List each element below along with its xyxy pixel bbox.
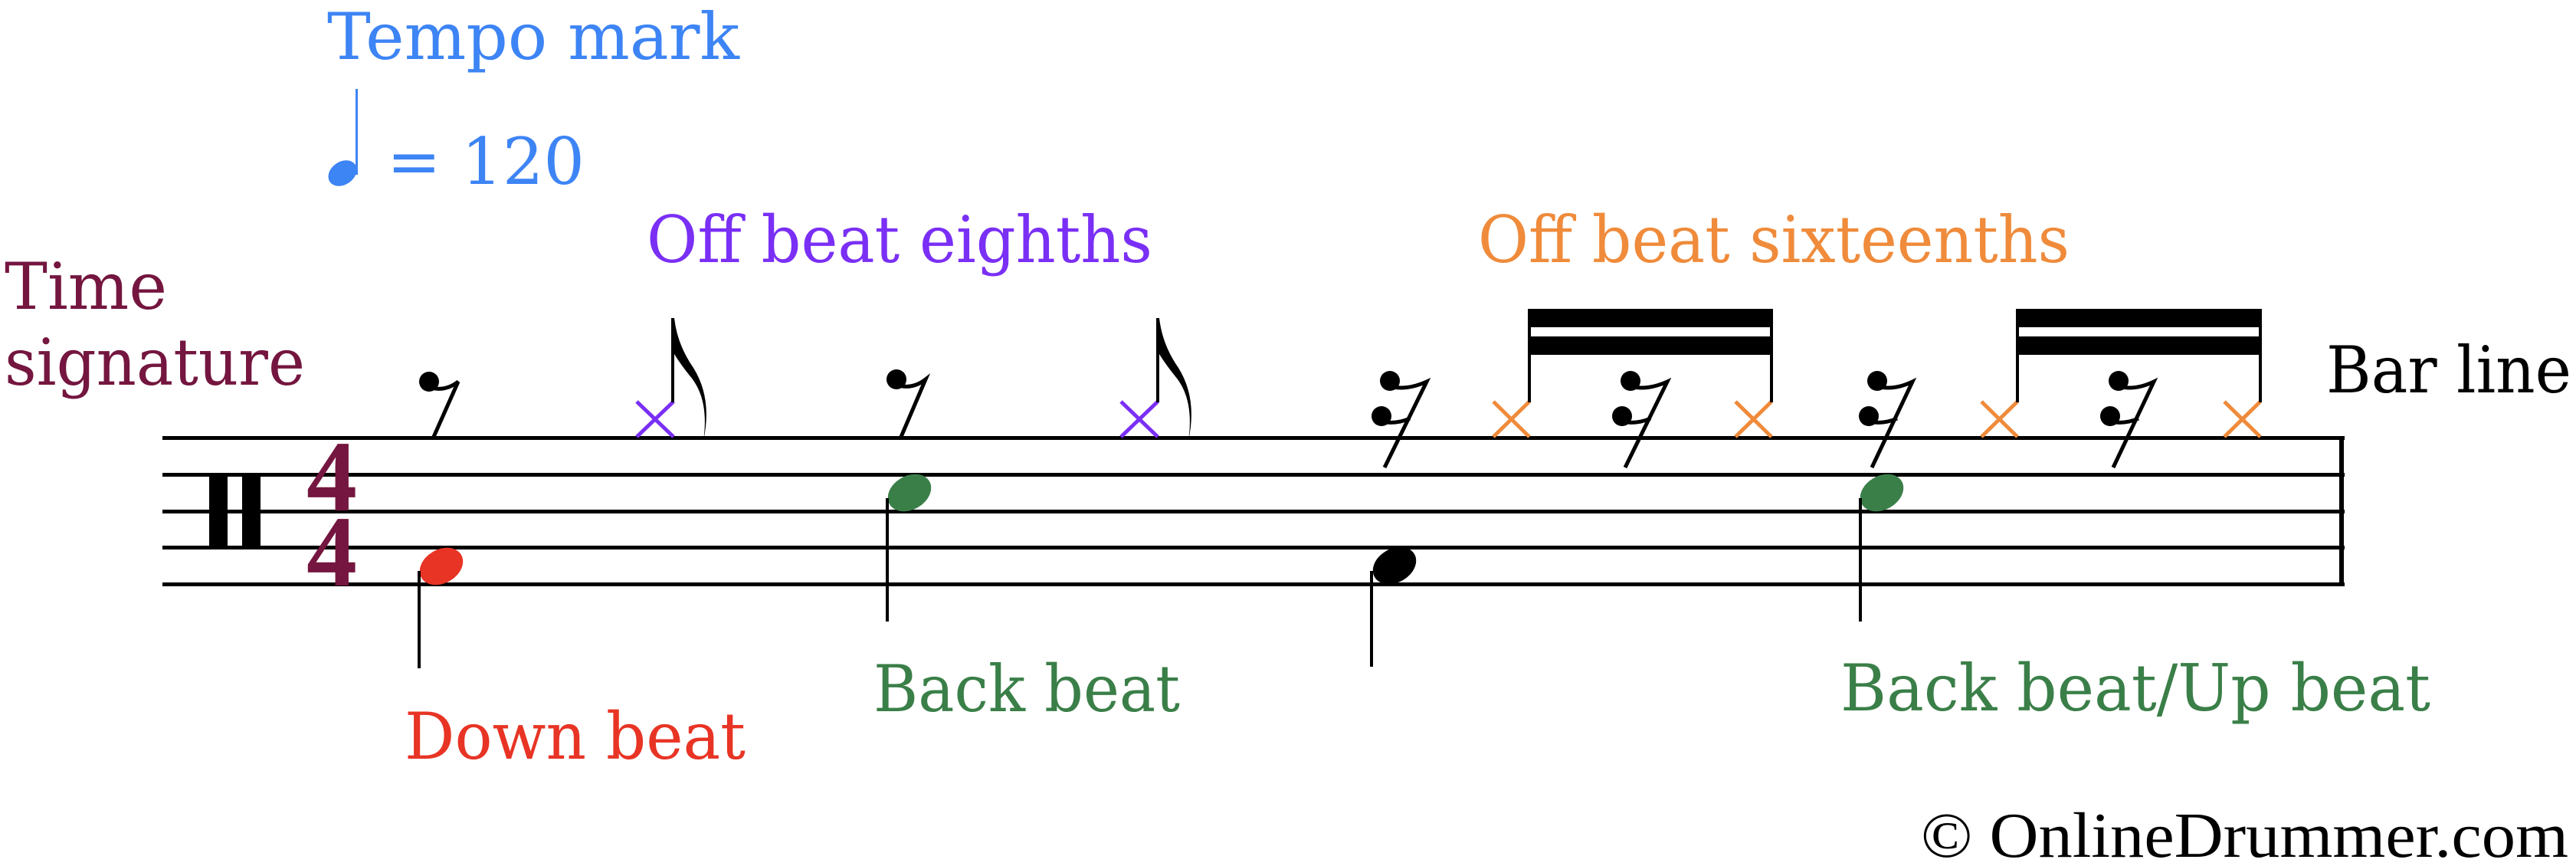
staff-line bbox=[162, 473, 2345, 477]
bar-line bbox=[2339, 436, 2344, 586]
eighth-rest-icon bbox=[887, 369, 931, 438]
sixteenth-rest-icon bbox=[1372, 371, 1431, 469]
off-beat-eighths-label: Off beat eighths bbox=[647, 202, 1152, 277]
staff-line bbox=[162, 510, 2345, 513]
bass-drum-note-beat-3 bbox=[1370, 546, 1417, 667]
off-beat-sixteenths-label: Off beat sixteenths bbox=[1478, 202, 2070, 277]
copyright-notice: © OnlineDrummer.com bbox=[1921, 800, 2568, 866]
hihat-eighth-note-offbeat-2 bbox=[1119, 318, 1191, 441]
sixteenth-rest-icon bbox=[1859, 371, 1917, 469]
sixteenth-rest-icon bbox=[2100, 371, 2158, 469]
hihat-eighth-note-offbeat-1 bbox=[635, 318, 706, 441]
hihat-sixteenth-note-e bbox=[1492, 400, 1531, 438]
time-signature-label-line1: Time bbox=[5, 249, 167, 324]
back-beat-up-beat-label: Back beat/Up beat bbox=[1840, 651, 2430, 726]
staff bbox=[162, 436, 2345, 586]
tempo-mark-label: Tempo mark bbox=[327, 0, 740, 74]
bass-drum-note-beat-1 bbox=[418, 547, 464, 668]
tempo-value: = 120 bbox=[387, 124, 585, 199]
eighth-rest-icon bbox=[419, 372, 460, 438]
snare-note-beat-4 bbox=[1859, 474, 1904, 622]
bar-line-label: Bar line bbox=[2326, 333, 2571, 408]
staff-line bbox=[162, 546, 2345, 549]
hihat-sixteenth-note-a bbox=[1734, 400, 1773, 438]
drum-notation-diagram: Tempo mark = 120 Time signature Off beat… bbox=[5, 0, 2571, 866]
hihat-sixteenth-note-e bbox=[1980, 400, 2019, 438]
time-signature-label-line2: signature bbox=[5, 325, 305, 400]
down-beat-label: Down beat bbox=[405, 699, 746, 774]
snare-note-beat-2 bbox=[886, 474, 932, 622]
back-beat-label: Back beat bbox=[873, 651, 1180, 727]
sixteenth-rest-icon bbox=[1612, 371, 1672, 469]
time-signature-denominator: 4 bbox=[306, 495, 357, 608]
quarter-note-icon bbox=[328, 89, 358, 186]
staff-line bbox=[162, 582, 2345, 586]
hihat-sixteenth-note-a bbox=[2223, 400, 2262, 438]
